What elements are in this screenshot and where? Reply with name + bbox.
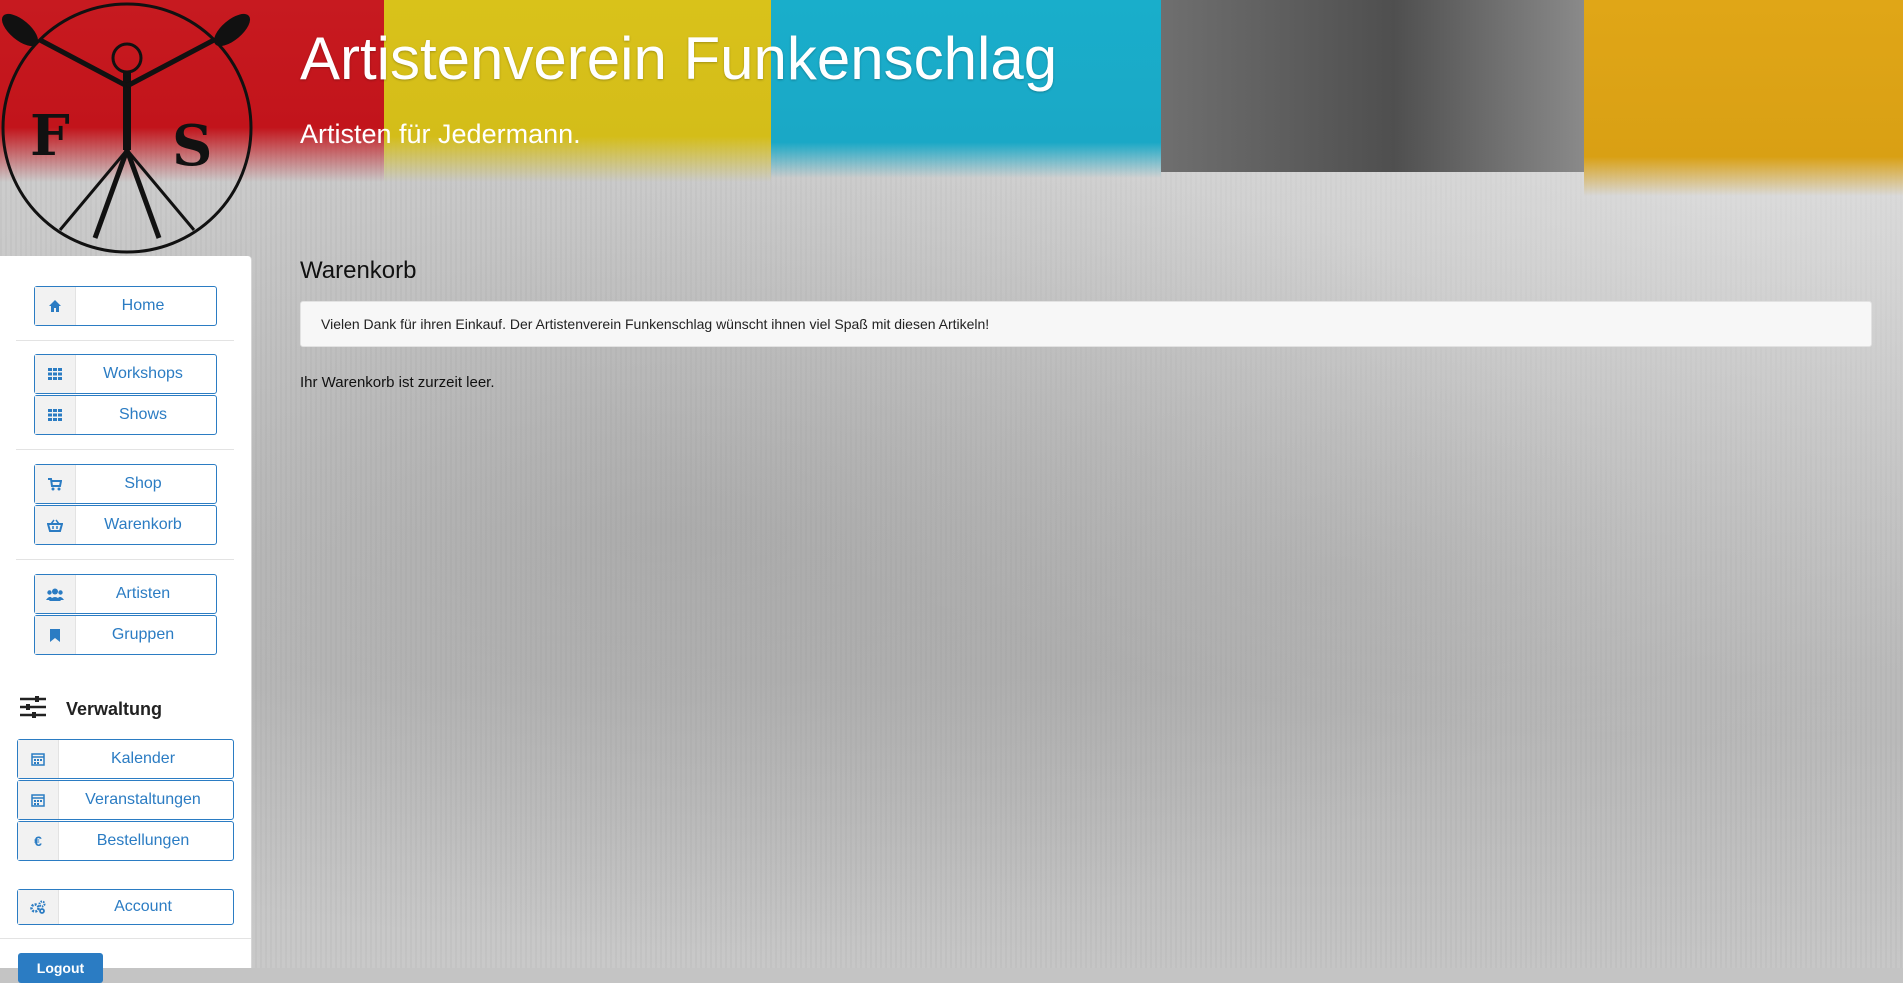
sidebar-item-label: Shows — [118, 406, 168, 423]
site-subtitle: Artisten für Jedermann. — [300, 119, 581, 149]
sidebar-item-home[interactable]: Home — [34, 286, 217, 326]
svg-text:S: S — [172, 113, 212, 179]
gears-icon — [18, 890, 59, 924]
home-icon — [35, 287, 76, 325]
sidebar-item-label: Shop — [124, 475, 162, 492]
thank-you-alert: Vielen Dank für ihren Einkauf. Der Artis… — [300, 301, 1872, 347]
sidebar-item-label: Veranstaltungen — [85, 791, 201, 808]
logout-button[interactable]: Logout — [18, 953, 103, 983]
sidebar-item-shop[interactable]: Shop — [34, 464, 217, 504]
sidebar-item-account[interactable]: Account — [17, 889, 234, 925]
divider — [0, 938, 251, 939]
sidebar-item-label: Gruppen — [111, 626, 175, 643]
alert-text: Vielen Dank für ihren Einkauf. Der Artis… — [321, 316, 990, 332]
users-icon — [35, 575, 76, 613]
sidebar-item-workshops[interactable]: Workshops — [34, 354, 217, 394]
divider — [16, 559, 234, 560]
sidebar-item-bestellungen[interactable]: € Bestellungen — [17, 821, 234, 861]
sidebar-item-label: Home — [121, 297, 165, 314]
grid-icon — [35, 396, 76, 434]
sidebar-item-warenkorb[interactable]: Warenkorb — [34, 505, 217, 545]
cart-icon — [35, 465, 76, 503]
calendar-icon — [18, 740, 59, 778]
sidebar-item-label: Account — [114, 898, 172, 915]
grid-icon — [35, 355, 76, 393]
banner-grey-strip — [1161, 0, 1584, 172]
svg-text:F: F — [30, 103, 70, 169]
cart-empty-message: Ihr Warenkorb ist zurzeit leer. — [300, 374, 495, 391]
sidebar-item-label: Kalender — [110, 750, 176, 767]
sidebar-item-label: Workshops — [103, 365, 183, 382]
sidebar-item-veranstaltungen[interactable]: Veranstaltungen — [17, 780, 234, 820]
site-title: Artistenverein Funkenschlag — [300, 25, 1058, 92]
sidebar-item-label: Artisten — [115, 585, 171, 602]
sidebar-item-gruppen[interactable]: Gruppen — [34, 615, 217, 655]
calendar-icon — [18, 781, 59, 819]
admin-heading-label: Verwaltung — [66, 699, 163, 719]
bookmark-icon — [35, 616, 76, 654]
admin-section-heading: Verwaltung — [20, 696, 162, 723]
sidebar-item-shows[interactable]: Shows — [34, 395, 217, 435]
divider — [16, 340, 234, 341]
page-title: Warenkorb — [300, 257, 417, 284]
sidebar-item-label: Bestellungen — [96, 832, 190, 849]
divider — [16, 449, 234, 450]
sidebar-item-kalender[interactable]: Kalender — [17, 739, 234, 779]
sidebar: Home Workshops Shows Shop Warenkorb Arti… — [0, 256, 252, 968]
banner-orange-strip — [1584, 0, 1903, 196]
site-logo[interactable]: F S — [0, 0, 256, 256]
euro-icon: € — [18, 822, 59, 860]
sliders-icon — [20, 696, 50, 723]
sidebar-item-label: Warenkorb — [104, 516, 182, 533]
basket-icon — [35, 506, 76, 544]
sidebar-item-artisten[interactable]: Artisten — [34, 574, 217, 614]
